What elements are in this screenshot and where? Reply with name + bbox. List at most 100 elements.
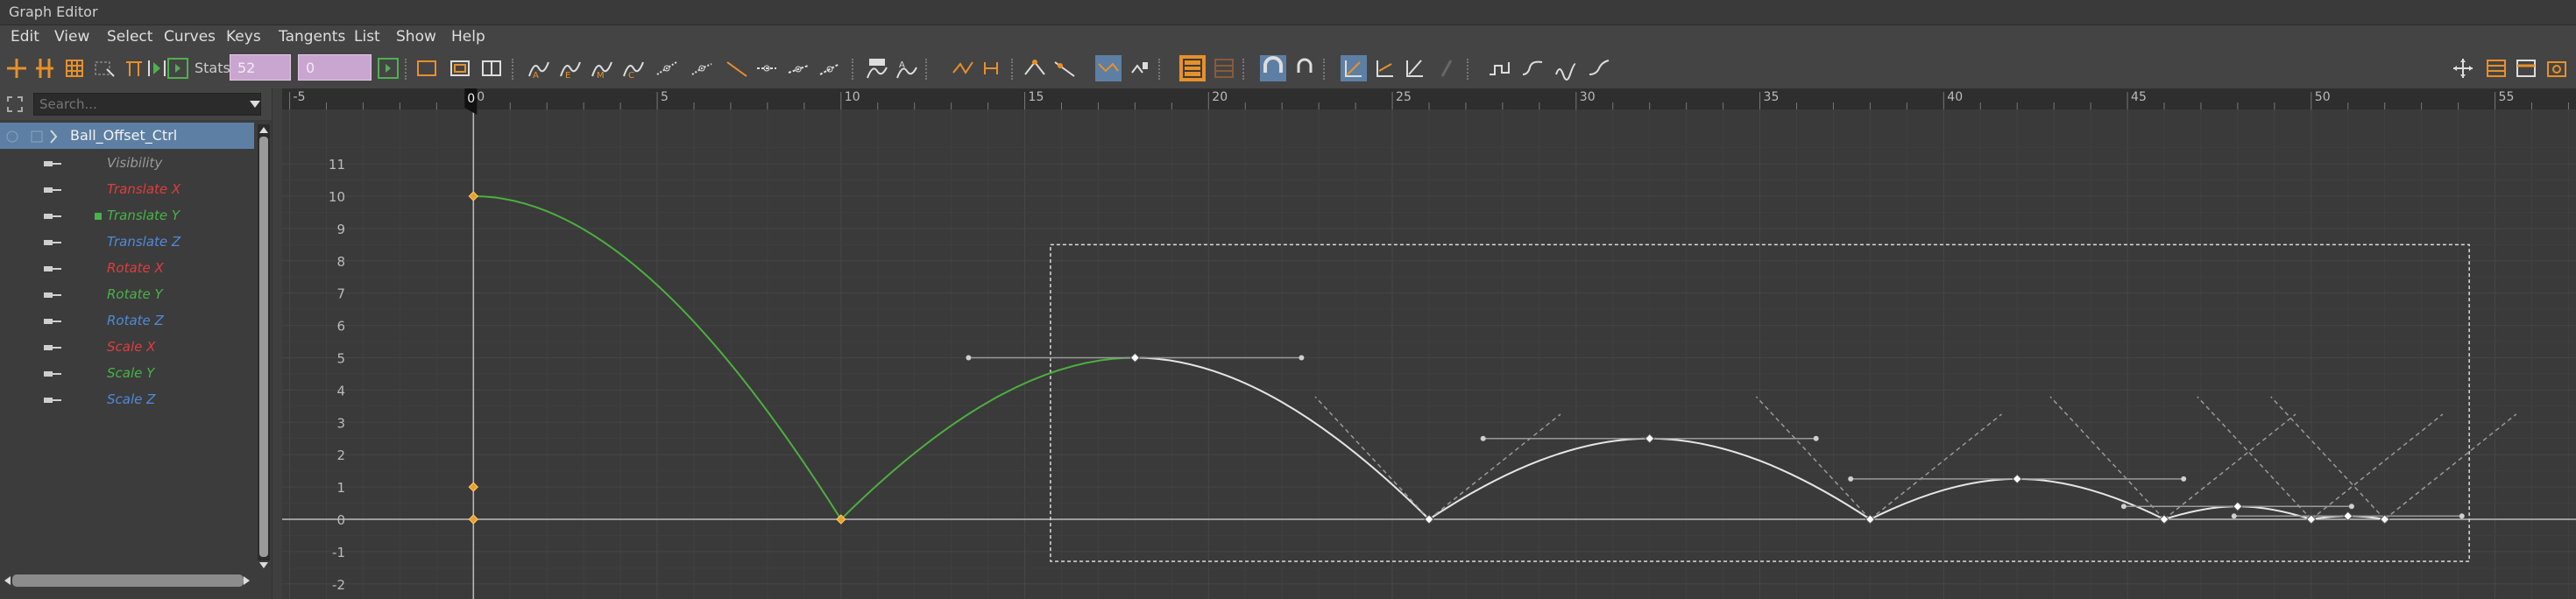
channel-lock-icon[interactable] (44, 342, 61, 354)
tangent-end-point[interactable] (966, 355, 972, 361)
menu-select[interactable]: Select (107, 28, 152, 46)
menu-show[interactable]: Show (396, 28, 436, 46)
curve-step-icon[interactable] (1486, 55, 1512, 81)
outliner-attribute-row[interactable]: Rotate Z (0, 307, 254, 334)
outliner-attribute-row[interactable]: Scale Y (0, 360, 254, 386)
unify-tangents-icon[interactable] (785, 55, 811, 81)
toggle-sync-icon[interactable] (165, 55, 191, 81)
menu-help[interactable]: Help (451, 28, 485, 46)
absolute-view-icon[interactable] (1372, 55, 1398, 81)
tangent-linear-icon[interactable]: C (620, 55, 647, 81)
outliner-attribute-row[interactable]: Rotate Y (0, 281, 254, 307)
scroll-down-icon[interactable] (258, 560, 270, 571)
frame-selection-icon[interactable] (447, 55, 473, 81)
magnet-icon[interactable] (1260, 55, 1286, 81)
denormalize-icon[interactable] (978, 55, 1004, 81)
pin-icon[interactable] (1292, 55, 1318, 81)
outliner-attribute-row[interactable]: Translate Y (0, 202, 254, 229)
frame-playback-icon[interactable] (478, 55, 505, 81)
curve-cycle-icon[interactable] (1553, 55, 1579, 81)
value-snap-icon[interactable] (1051, 55, 1078, 81)
tangent-auto-icon[interactable]: A (526, 55, 552, 81)
camera-icon[interactable] (2544, 55, 2571, 81)
search-input[interactable] (33, 93, 261, 116)
ghost-icon[interactable] (1433, 55, 1460, 81)
separator (925, 59, 931, 80)
scroll-left-icon[interactable] (2, 574, 12, 587)
outliner-attribute-row[interactable]: Visibility (0, 150, 254, 176)
channel-lock-icon[interactable] (44, 315, 61, 328)
stats-time-field[interactable]: 52 (230, 54, 291, 81)
attribute-label: Visibility (107, 155, 163, 171)
channel-lock-icon[interactable] (44, 263, 61, 275)
curve-smooth-icon[interactable] (1519, 55, 1546, 81)
auto-frame-icon[interactable] (1341, 55, 1367, 81)
relative-view-icon[interactable] (1402, 55, 1428, 81)
tangent-end-point[interactable] (2181, 476, 2187, 482)
stacked-view-icon[interactable] (1179, 55, 1206, 81)
menu-tangents[interactable]: Tangents (279, 28, 345, 46)
graph-area[interactable]: -5 0 5 10 15 20 25 30 35 40 45 50 55 0 11 10 9 8 7 6 5 4 3 2 1 0-… (282, 88, 2576, 599)
outliner-attribute-row[interactable]: Translate Z (0, 229, 254, 255)
tangent-end-point[interactable] (1480, 435, 1486, 441)
menu-curves[interactable]: Curves (164, 28, 216, 46)
normalize-icon[interactable] (950, 55, 976, 81)
move-key-icon[interactable] (4, 55, 30, 81)
trax-editor-icon[interactable] (2513, 55, 2539, 81)
tangent-end-point[interactable] (2231, 513, 2237, 519)
swap-buffer-icon[interactable]: A (894, 55, 920, 81)
next-key-icon[interactable] (375, 55, 401, 81)
tangent-end-point[interactable] (1848, 476, 1854, 482)
pre-infinity-icon[interactable] (1095, 55, 1122, 81)
outliner-attribute-row[interactable]: Rotate X (0, 255, 254, 281)
channel-lock-icon[interactable] (44, 368, 61, 380)
tangent-end-point[interactable] (2459, 513, 2465, 519)
frame-label: 45 (2131, 90, 2147, 104)
menu-view[interactable]: View (54, 28, 89, 46)
value-label: 9 (336, 222, 345, 237)
menu-list[interactable]: List (354, 28, 380, 46)
tangent-end-point[interactable] (1299, 355, 1305, 361)
outliner-horizontal-scrollbar[interactable] (12, 574, 244, 587)
tangent-end-point[interactable] (1813, 435, 1819, 441)
channel-lock-icon[interactable] (44, 394, 61, 406)
stats-value-field[interactable]: 0 (298, 54, 372, 81)
chevron-down-icon[interactable] (249, 99, 261, 109)
lattice-icon[interactable] (61, 55, 88, 81)
post-infinity-icon[interactable] (1127, 55, 1153, 81)
tangent-flat-icon[interactable] (654, 55, 680, 81)
curve-graph[interactable]: -5 0 5 10 15 20 25 30 35 40 45 50 55011109876543210-… (282, 88, 2576, 599)
outliner-attribute-row[interactable]: Translate X (0, 176, 254, 202)
outliner-attribute-row[interactable]: Scale Z (0, 386, 254, 412)
free-tangent-weight-icon[interactable] (817, 55, 843, 81)
channel-lock-icon[interactable] (44, 184, 61, 196)
menu-keys[interactable]: Keys (226, 28, 261, 46)
menu-edit[interactable]: Edit (11, 28, 39, 46)
channel-lock-icon[interactable] (44, 289, 61, 301)
normalized-view-icon[interactable] (1211, 55, 1237, 81)
dope-sheet-icon[interactable] (2483, 55, 2509, 81)
break-tangents-icon[interactable] (754, 55, 780, 81)
tangent-end-point[interactable] (2120, 504, 2127, 510)
buffer-curve-icon[interactable] (864, 55, 890, 81)
tangent-end-point[interactable] (2348, 504, 2354, 510)
outliner-object-row[interactable]: Ball_Offset_Ctrl (0, 123, 254, 149)
center-view-icon[interactable] (2450, 55, 2476, 81)
tangent-plateau-icon[interactable] (724, 55, 750, 81)
outliner-scroll-thumb[interactable] (259, 137, 268, 557)
channel-lock-icon[interactable] (44, 158, 61, 170)
channel-lock-icon[interactable] (44, 236, 61, 249)
tangent-spline-icon[interactable]: E (557, 55, 584, 81)
expand-icon[interactable] (5, 95, 25, 114)
scroll-right-icon[interactable] (242, 574, 252, 587)
region-tool-icon[interactable] (91, 55, 117, 81)
tangent-clamped-icon[interactable]: M (589, 55, 615, 81)
curve-oscillate-icon[interactable] (1586, 55, 1612, 81)
insert-key-icon[interactable] (32, 55, 58, 81)
time-snap-icon[interactable] (1022, 55, 1048, 81)
tangent-step-icon[interactable] (689, 55, 715, 81)
scroll-up-icon[interactable] (258, 124, 270, 135)
frame-all-icon[interactable] (414, 55, 440, 81)
outliner-attribute-row[interactable]: Scale X (0, 334, 254, 360)
channel-lock-icon[interactable] (44, 210, 61, 222)
